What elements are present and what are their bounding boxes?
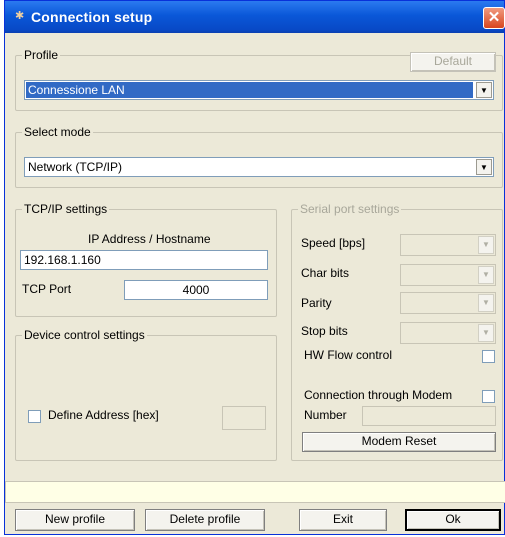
device-control-group: Device control settings Define Address [… (15, 328, 277, 461)
default-button[interactable]: Default (410, 52, 496, 72)
delete-profile-button[interactable]: Delete profile (145, 509, 265, 531)
parity-select[interactable]: ▼ (400, 292, 496, 314)
speed-label: Speed [bps] (301, 236, 366, 250)
close-button[interactable]: ✕ (483, 7, 505, 29)
tcpip-settings-group: TCP/IP settings IP Address / Hostname 19… (15, 202, 277, 317)
define-address-checkbox[interactable] (28, 410, 41, 423)
speed-select[interactable]: ▼ (400, 234, 496, 256)
hw-flow-label: HW Flow control (304, 348, 393, 362)
device-control-legend: Device control settings (22, 328, 147, 342)
profile-group: Profile Default Connessione LAN ▼ (15, 48, 503, 111)
modem-reset-button[interactable]: Modem Reset (302, 432, 496, 452)
define-address-label: Define Address [hex] (48, 408, 159, 422)
profile-select-value: Connessione LAN (26, 82, 473, 98)
serial-port-group: Serial port settings Speed [bps] ▼ Char … (291, 202, 503, 461)
hw-flow-checkbox[interactable] (482, 350, 495, 363)
ip-address-label: IP Address / Hostname (88, 232, 211, 246)
connection-setup-dialog: ✱ Connection setup ✕ Profile Default Con… (4, 0, 505, 535)
tcp-port-value: 4000 (182, 283, 210, 297)
chevron-down-icon[interactable]: ▼ (478, 266, 494, 284)
app-icon: ✱ (15, 10, 25, 22)
modem-label: Connection through Modem (304, 388, 453, 402)
profile-legend: Profile (22, 48, 61, 62)
tcpip-legend: TCP/IP settings (22, 202, 110, 216)
title-bar[interactable]: ✱ Connection setup ✕ (5, 1, 505, 33)
chevron-down-icon[interactable]: ▼ (478, 324, 494, 342)
window-title: Connection setup (31, 9, 153, 25)
tcp-port-label: TCP Port (22, 282, 72, 296)
close-icon: ✕ (487, 9, 501, 26)
char-bits-label: Char bits (301, 266, 350, 280)
char-bits-select[interactable]: ▼ (400, 264, 496, 286)
stop-bits-label: Stop bits (301, 324, 348, 338)
mode-select-value: Network (TCP/IP) (28, 160, 123, 174)
status-bar (5, 481, 505, 503)
number-label: Number (304, 408, 347, 422)
tcp-port-input[interactable]: 4000 (124, 280, 268, 300)
modem-checkbox[interactable] (482, 390, 495, 403)
profile-select[interactable]: Connessione LAN ▼ (24, 80, 494, 100)
ip-address-input[interactable]: 192.168.1.160 (20, 250, 268, 270)
parity-label: Parity (301, 296, 332, 310)
chevron-down-icon[interactable]: ▼ (478, 294, 494, 312)
select-mode-legend: Select mode (22, 125, 93, 139)
address-input[interactable] (222, 406, 266, 430)
mode-select[interactable]: Network (TCP/IP) ▼ (24, 157, 494, 177)
stop-bits-select[interactable]: ▼ (400, 322, 496, 344)
ok-button[interactable]: Ok (405, 509, 501, 531)
chevron-down-icon[interactable]: ▼ (476, 159, 492, 175)
number-input[interactable] (362, 406, 496, 426)
chevron-down-icon[interactable]: ▼ (478, 236, 494, 254)
chevron-down-icon[interactable]: ▼ (476, 82, 492, 98)
exit-button[interactable]: Exit (299, 509, 387, 531)
serial-legend: Serial port settings (298, 202, 402, 216)
select-mode-group: Select mode Network (TCP/IP) ▼ (15, 125, 503, 188)
new-profile-button[interactable]: New profile (15, 509, 135, 531)
